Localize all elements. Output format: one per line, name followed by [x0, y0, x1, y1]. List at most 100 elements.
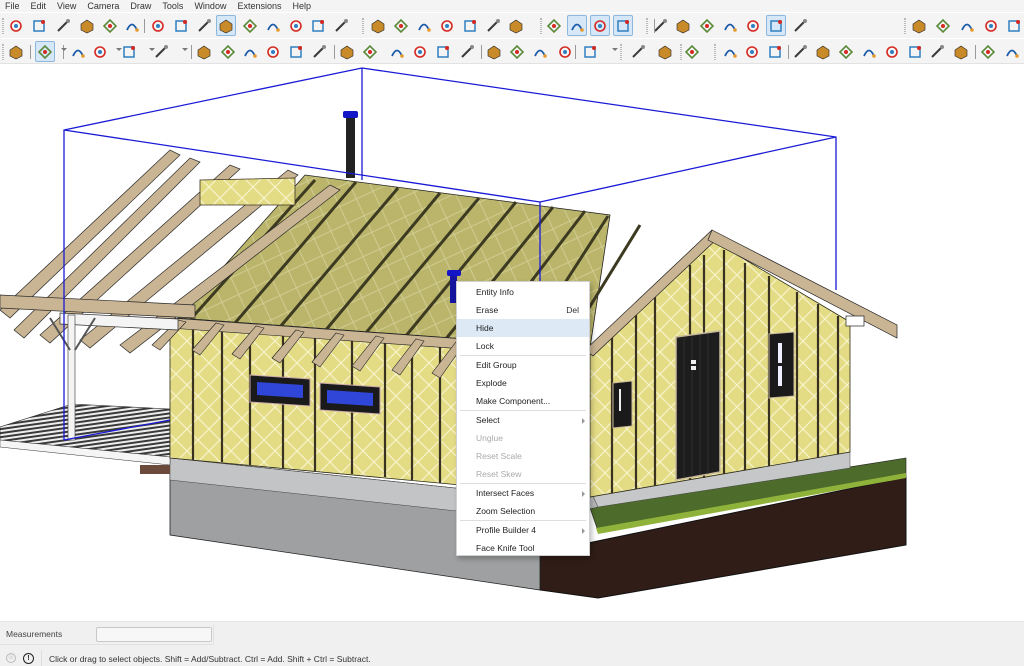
- menu-help[interactable]: Help: [287, 0, 317, 12]
- tb2-push-pull-button[interactable]: [194, 41, 214, 62]
- tb2-frame-button[interactable]: [836, 41, 856, 62]
- tb2-select-button[interactable]: [35, 41, 55, 62]
- toolbar-grip[interactable]: [646, 18, 648, 34]
- tb2-eraser-button[interactable]: [68, 41, 88, 62]
- model-viewport[interactable]: Entity Info Erase Del Hide Lock Edit Group Exp…: [0, 65, 1024, 621]
- context-menu-edit-group[interactable]: Edit Group: [457, 356, 589, 374]
- tb1-xray-button[interactable]: [650, 15, 670, 36]
- tb1-walk-button[interactable]: [331, 15, 351, 36]
- tb2-scale-button[interactable]: [286, 41, 306, 62]
- toolbar-grip[interactable]: [620, 44, 622, 60]
- tb1-back-edges-button[interactable]: [673, 15, 693, 36]
- tb1-reload-button[interactable]: [909, 15, 929, 36]
- toolbar-grip[interactable]: [714, 44, 716, 60]
- tb1-look-around-button[interactable]: [308, 15, 328, 36]
- tb1-paint-bucket-button[interactable]: [6, 15, 26, 36]
- menu-edit[interactable]: Edit: [26, 0, 53, 12]
- tb2-knife-button[interactable]: [927, 41, 947, 62]
- tb2-extrude-button[interactable]: [790, 41, 810, 62]
- tb1-shaded-textures-button[interactable]: [766, 15, 786, 36]
- menu-draw[interactable]: Draw: [125, 0, 157, 12]
- chevron-down-icon[interactable]: [61, 48, 67, 51]
- tb1-shaded-button[interactable]: [743, 15, 763, 36]
- tb2-pipe-button[interactable]: [859, 41, 879, 62]
- tb2-zoom-extents-button[interactable]: [457, 41, 477, 62]
- context-menu-profile-builder-4[interactable]: Profile Builder 4: [457, 521, 589, 539]
- tb2-move-button[interactable]: [240, 41, 260, 62]
- tb1-wireframe-button[interactable]: [697, 15, 717, 36]
- tb1-left-view-button[interactable]: [483, 15, 503, 36]
- tb2-arc-button[interactable]: [119, 41, 139, 62]
- chevron-down-icon[interactable]: [182, 48, 188, 51]
- tb1-position-camera-button[interactable]: [286, 15, 306, 36]
- tb2-pan-button[interactable]: [410, 41, 430, 62]
- menu-file[interactable]: File: [0, 0, 26, 12]
- menu-camera[interactable]: Camera: [82, 0, 125, 12]
- chevron-down-icon[interactable]: [612, 48, 618, 51]
- tb1-protractor-button[interactable]: [53, 15, 73, 36]
- tb2-layers-button[interactable]: [530, 41, 550, 62]
- tb1-pan-button[interactable]: [171, 15, 191, 36]
- tb1-iso-view-button[interactable]: [368, 15, 388, 36]
- context-menu-make-component[interactable]: Make Component...: [457, 392, 589, 410]
- chevron-down-icon[interactable]: [116, 48, 122, 51]
- toolbar-grip[interactable]: [904, 18, 906, 34]
- tb2-face-button[interactable]: [882, 41, 902, 62]
- context-menu-explode[interactable]: Explode: [457, 374, 589, 392]
- tb2-wedge-button[interactable]: [905, 41, 925, 62]
- tb2-sweep-button[interactable]: [951, 41, 971, 62]
- tb1-arc-points-button[interactable]: [29, 15, 49, 36]
- tb2-orbit-button[interactable]: [387, 41, 407, 62]
- context-menu-hide[interactable]: Hide: [457, 319, 589, 337]
- tb2-search-button[interactable]: [6, 41, 26, 62]
- context-menu-erase[interactable]: Erase Del: [457, 301, 589, 319]
- toolbar-grip[interactable]: [540, 18, 542, 34]
- tb1-display-section-fill-button[interactable]: [613, 15, 633, 36]
- tb2-paint-bucket-button[interactable]: [337, 41, 357, 62]
- tb1-zoom-window-button[interactable]: [216, 15, 236, 36]
- tb2-rotate-button[interactable]: [263, 41, 283, 62]
- tb2-cut-face-button[interactable]: [978, 41, 998, 62]
- tb1-back-view-button[interactable]: [460, 15, 480, 36]
- geolocation-icon[interactable]: ☉: [6, 653, 16, 663]
- tb2-solid-tools-button[interactable]: [484, 41, 504, 62]
- tb1-axes-button[interactable]: [100, 15, 120, 36]
- tb2-user-account-button[interactable]: [580, 41, 600, 62]
- tb2-hierarchy-button[interactable]: [813, 41, 833, 62]
- tb2-follow-me-button[interactable]: [218, 41, 238, 62]
- tb2-mirror-button[interactable]: [309, 41, 329, 62]
- context-menu-entity-info[interactable]: Entity Info: [457, 283, 589, 301]
- toolbar-grip[interactable]: [362, 18, 364, 34]
- tb2-zoom-button[interactable]: [433, 41, 453, 62]
- tb2-pencil-button[interactable]: [90, 41, 110, 62]
- info-icon[interactable]: !: [23, 653, 34, 664]
- tb2-new-document-button[interactable]: [628, 41, 648, 62]
- tb2-rectangle-button[interactable]: [151, 41, 171, 62]
- context-menu-intersect-faces[interactable]: Intersect Faces: [457, 484, 589, 502]
- tb1-document-button[interactable]: [1004, 15, 1024, 36]
- tb2-tape-measure-button[interactable]: [360, 41, 380, 62]
- tb2-cut-face-red-button[interactable]: [1002, 41, 1022, 62]
- tb1-3d-text-button[interactable]: [122, 15, 142, 36]
- tb1-zoom-extents-button[interactable]: [240, 15, 260, 36]
- context-menu-lock[interactable]: Lock: [457, 337, 589, 355]
- tb1-zoom-button[interactable]: [194, 15, 214, 36]
- toolbar-grip[interactable]: [680, 44, 682, 60]
- tb2-person-button[interactable]: [655, 41, 675, 62]
- tb1-bottom-view-button[interactable]: [506, 15, 526, 36]
- tb2-sandbox-button[interactable]: [507, 41, 527, 62]
- context-menu-zoom-selection[interactable]: Zoom Selection: [457, 502, 589, 520]
- menu-tools[interactable]: Tools: [157, 0, 189, 12]
- tb2-sandbox-settings-button[interactable]: [555, 41, 575, 62]
- toolbar-grip[interactable]: [2, 18, 4, 34]
- toolbar-grip[interactable]: [2, 44, 4, 60]
- context-menu-face-knife-tool[interactable]: Face Knife Tool: [457, 539, 589, 557]
- measurements-input[interactable]: [96, 627, 212, 642]
- tb1-display-section-cuts-button[interactable]: [590, 15, 610, 36]
- tb1-section-plane-button[interactable]: [544, 15, 564, 36]
- tb2-profile-path-button[interactable]: [765, 41, 785, 62]
- tb1-reload-plus-button[interactable]: [933, 15, 953, 36]
- tb2-dimension-button[interactable]: [742, 41, 762, 62]
- context-menu-select[interactable]: Select: [457, 411, 589, 429]
- tb1-hidden-line-button[interactable]: [720, 15, 740, 36]
